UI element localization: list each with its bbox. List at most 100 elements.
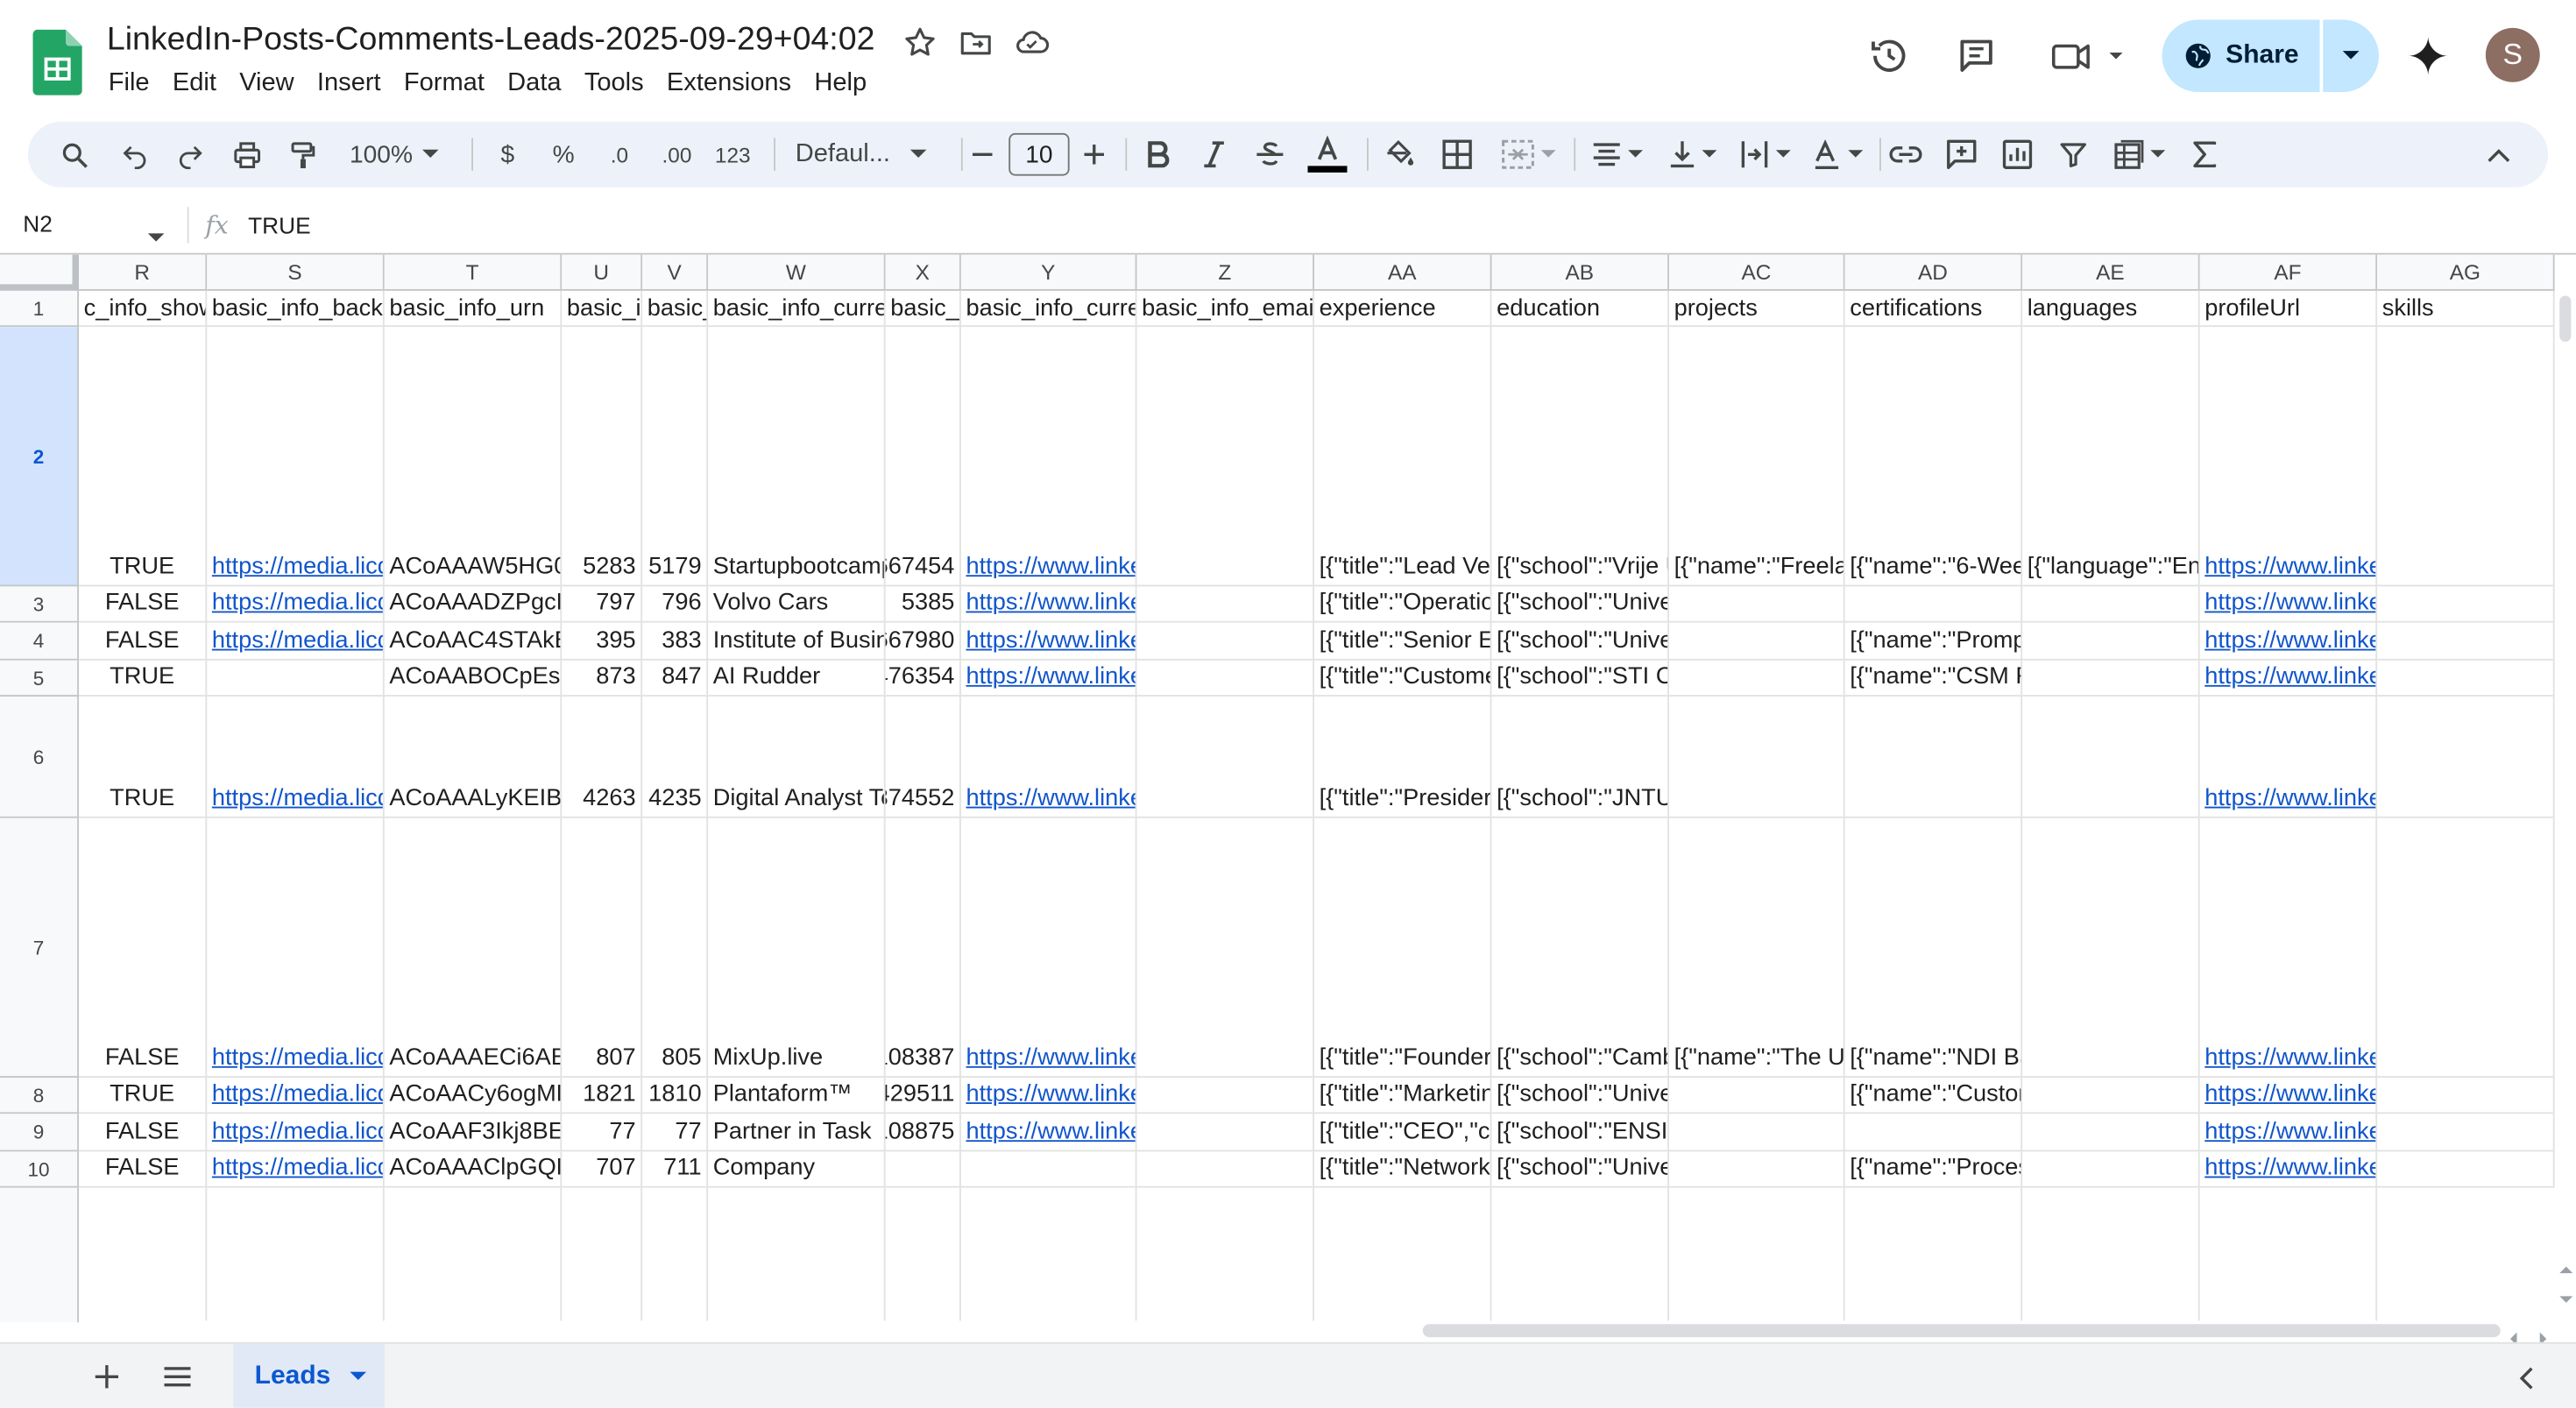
- redo-icon[interactable]: [167, 122, 214, 187]
- spreadsheet-grid[interactable]: RSTUVWXYZAAABACADAEAFAG1c_info_showbasic…: [0, 253, 2576, 1323]
- table-cell[interactable]: 108875: [886, 1114, 961, 1151]
- table-cell[interactable]: [2022, 586, 2200, 622]
- column-header-ae[interactable]: AE: [2022, 255, 2200, 291]
- link-cell[interactable]: https://www.linkedin.com/compan: [961, 327, 1137, 586]
- merge-cells-icon[interactable]: [1492, 122, 1565, 187]
- table-cell[interactable]: [2377, 1151, 2555, 1187]
- header-cell[interactable]: basic_info_urn: [385, 291, 563, 327]
- collapse-sidebar-icon[interactable]: [2518, 1367, 2533, 1398]
- table-cell[interactable]: FALSE: [79, 586, 207, 622]
- table-cell[interactable]: 374552: [886, 697, 961, 818]
- decrease-decimal-button[interactable]: .0: [595, 122, 644, 187]
- table-cell[interactable]: Institute of Busin: [708, 623, 886, 661]
- more-formats-button[interactable]: 123: [708, 122, 757, 187]
- increase-font-size-icon[interactable]: [1078, 122, 1111, 187]
- link-cell[interactable]: https://www.linkedin.com/in/adam: [2200, 818, 2378, 1078]
- link-cell[interactable]: https://media.licd: [207, 1114, 385, 1151]
- table-cell[interactable]: 667454: [886, 327, 961, 586]
- table-cell[interactable]: [{"school":"JNTU Hyderabad","degree":"Ba…: [1492, 697, 1670, 818]
- table-cell[interactable]: ACoAAAClpGQE: [385, 1151, 563, 1187]
- header-cell[interactable]: projects: [1669, 291, 1845, 327]
- table-cell[interactable]: 4235: [642, 697, 708, 818]
- star-icon[interactable]: [902, 25, 938, 60]
- comments-icon[interactable]: [1950, 30, 2003, 82]
- table-cell[interactable]: 797: [562, 586, 642, 622]
- table-cell[interactable]: Plantaform™: [708, 1078, 886, 1114]
- table-cell[interactable]: [{"title":"Lead Ve: [1314, 327, 1492, 586]
- column-header-y[interactable]: Y: [961, 255, 1137, 291]
- header-cell[interactable]: c_info_show: [79, 291, 207, 327]
- table-cell[interactable]: [{"language":"En: [2022, 327, 2200, 586]
- header-cell[interactable]: basic_info_curre: [708, 291, 886, 327]
- table-cell[interactable]: 5283: [562, 327, 642, 586]
- table-cell[interactable]: [{"school":"Camb: [1492, 818, 1670, 1078]
- table-cell[interactable]: [961, 1151, 1137, 1187]
- menu-insert[interactable]: Insert: [306, 67, 393, 101]
- table-cell[interactable]: TRUE: [79, 327, 207, 586]
- row-header-7[interactable]: 7: [0, 818, 79, 1078]
- table-cell[interactable]: [2022, 1114, 2200, 1151]
- italic-icon[interactable]: [1194, 122, 1234, 187]
- table-cell[interactable]: Digital Analyst Te: [708, 697, 886, 818]
- table-cell[interactable]: [{"name":"6-Wee: [1845, 327, 2023, 586]
- table-cell[interactable]: [{"school":"ENSIIE","school_linkedin_url…: [1492, 1114, 1670, 1151]
- table-cell[interactable]: 873: [562, 661, 642, 697]
- table-cell[interactable]: 5179: [642, 327, 708, 586]
- link-cell[interactable]: https://www.linkedin.com/compan: [961, 586, 1137, 622]
- table-cell[interactable]: MixUp.live: [708, 818, 886, 1078]
- meet-icon[interactable]: [2045, 30, 2127, 82]
- table-cell[interactable]: 77: [562, 1114, 642, 1151]
- table-cell[interactable]: [2377, 697, 2555, 818]
- table-cell[interactable]: Partner in Task: [708, 1114, 886, 1151]
- link-cell[interactable]: https://www.linkedin.com/in/patrik: [2200, 586, 2378, 622]
- table-cell[interactable]: [{"name":"The U: [1669, 818, 1845, 1078]
- header-cell[interactable]: basic_info_back: [207, 291, 385, 327]
- vertical-scrollbar[interactable]: [2557, 289, 2576, 1321]
- header-cell[interactable]: experience: [1314, 291, 1492, 327]
- table-cell[interactable]: 707: [562, 1151, 642, 1187]
- table-cell[interactable]: 395: [562, 623, 642, 661]
- increase-decimal-button[interactable]: .00: [651, 122, 704, 187]
- functions-icon[interactable]: [2183, 122, 2226, 187]
- link-cell[interactable]: https://www.linkedin.com/compan: [961, 623, 1137, 661]
- table-cell[interactable]: [2022, 661, 2200, 697]
- row-header-6[interactable]: 6: [0, 697, 79, 818]
- row-header-5[interactable]: 5: [0, 661, 79, 697]
- document-title[interactable]: LinkedIn-Posts-Comments-Leads-2025-09-29…: [107, 21, 875, 59]
- table-cell[interactable]: [{"school":"University of Roehamp: [1492, 1151, 1670, 1187]
- row-header-1[interactable]: 1: [0, 291, 79, 327]
- table-cell[interactable]: [{"title":"Presider: [1314, 697, 1492, 818]
- version-history-icon[interactable]: [1863, 30, 1915, 82]
- table-cell[interactable]: [{"title":"Marketin: [1314, 1078, 1492, 1114]
- link-cell[interactable]: https://www.linkedin.com/compan: [961, 661, 1137, 697]
- table-cell[interactable]: ACoAAC4STAkE: [385, 623, 563, 661]
- gemini-icon[interactable]: [2402, 30, 2454, 82]
- table-view-icon[interactable]: [2106, 122, 2172, 187]
- table-cell[interactable]: [1669, 586, 1845, 622]
- zoom-select[interactable]: 100%: [336, 122, 451, 187]
- table-cell[interactable]: [1845, 697, 2023, 818]
- format-percent-button[interactable]: %: [542, 122, 585, 187]
- link-cell[interactable]: https://media.licd: [207, 623, 385, 661]
- table-cell[interactable]: AI Rudder: [708, 661, 886, 697]
- table-cell[interactable]: ACoAAALyKEIB: [385, 697, 563, 818]
- decrease-font-size-icon[interactable]: [966, 122, 1000, 187]
- table-cell[interactable]: [1137, 623, 1315, 661]
- column-header-r[interactable]: R: [79, 255, 207, 291]
- table-cell[interactable]: [1137, 697, 1315, 818]
- sheet-tab-leads[interactable]: Leads: [233, 1344, 385, 1408]
- table-cell[interactable]: [{"name":"CSM Fundamentals","is: [1845, 661, 2023, 697]
- table-cell[interactable]: 383: [642, 623, 708, 661]
- table-cell[interactable]: [{"name":"Freela: [1669, 327, 1845, 586]
- table-cell[interactable]: [2377, 1078, 2555, 1114]
- table-cell[interactable]: TRUE: [79, 1078, 207, 1114]
- row-header-3[interactable]: 3: [0, 586, 79, 622]
- table-cell[interactable]: 5385: [886, 586, 961, 622]
- menu-file[interactable]: File: [97, 67, 161, 101]
- bold-icon[interactable]: [1138, 122, 1178, 187]
- header-cell[interactable]: basic_i: [562, 291, 642, 327]
- header-cell[interactable]: certifications: [1845, 291, 2023, 327]
- table-cell[interactable]: [1669, 1151, 1845, 1187]
- table-cell[interactable]: ACoAAADZPgcE: [385, 586, 563, 622]
- menu-help[interactable]: Help: [803, 67, 878, 101]
